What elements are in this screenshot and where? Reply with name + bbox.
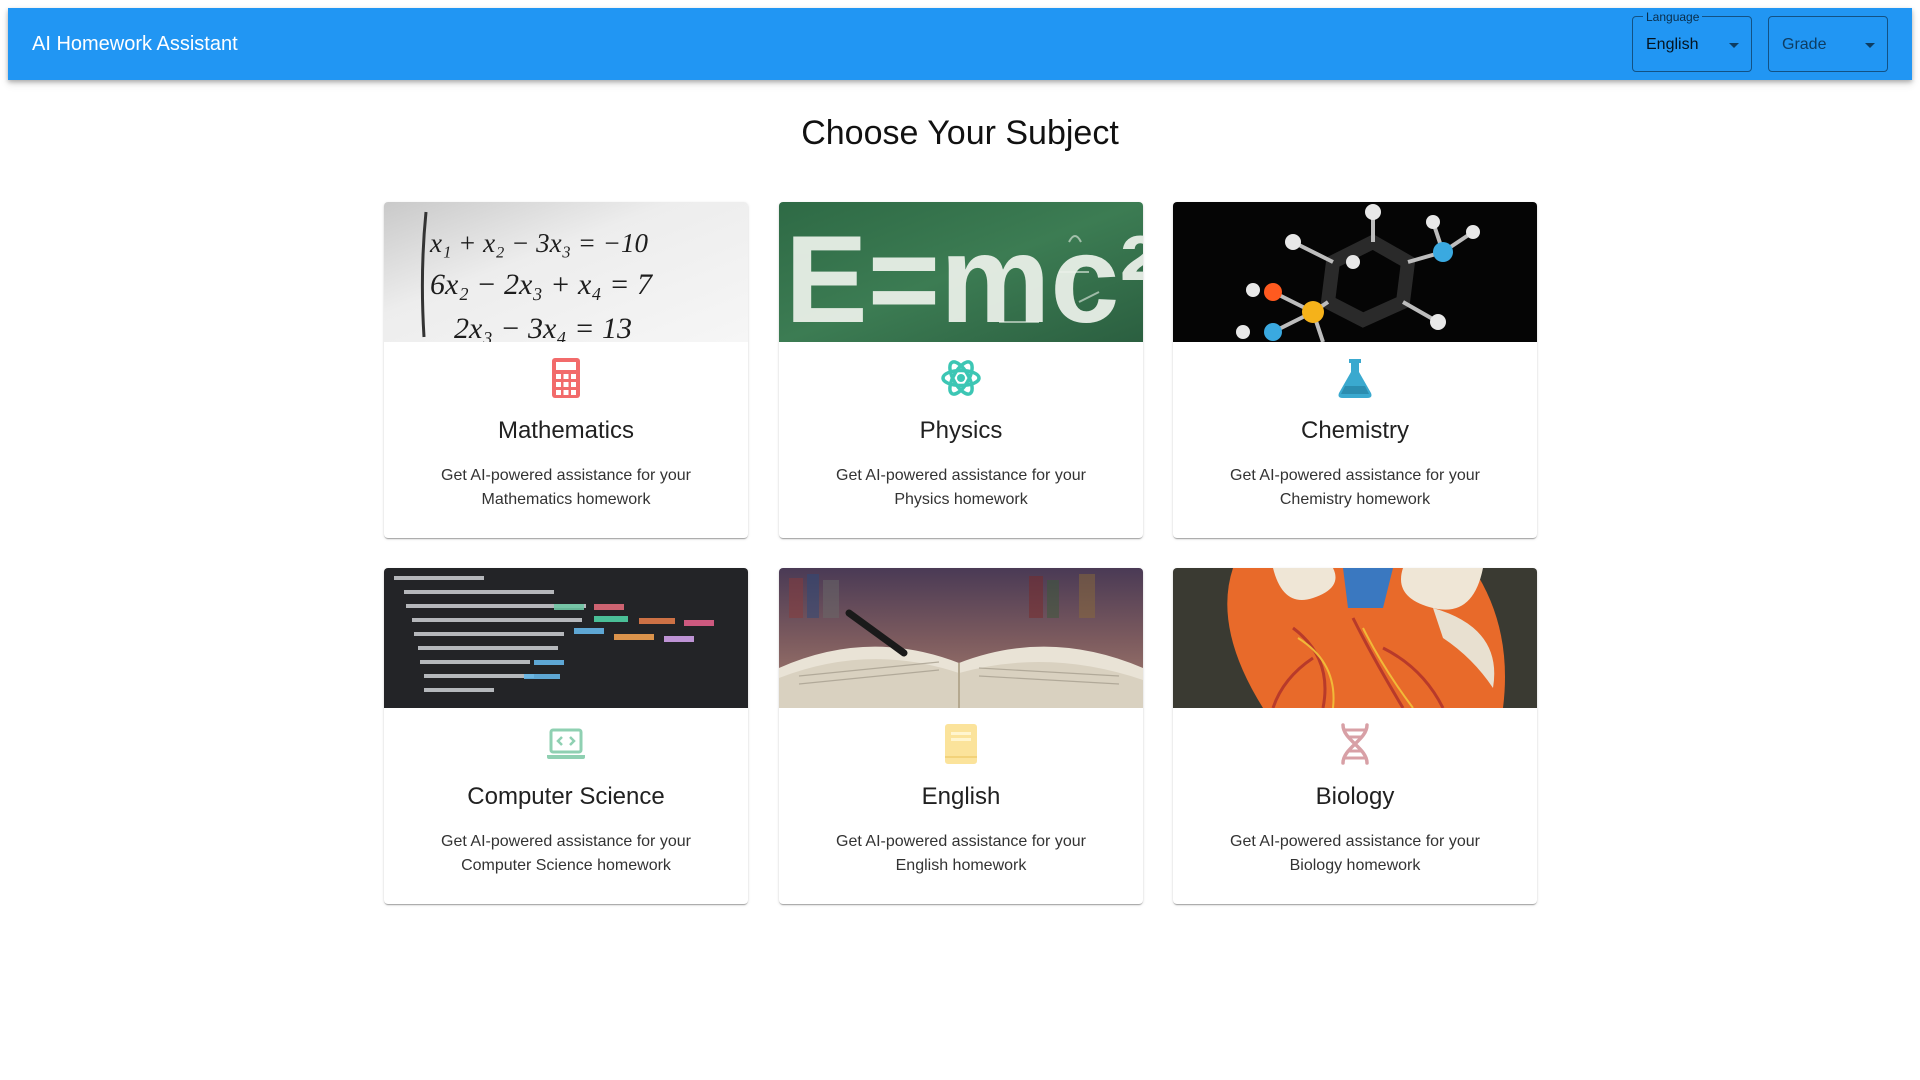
language-select-value: English xyxy=(1646,36,1699,53)
app-bar: AI Homework Assistant Language English G… xyxy=(8,8,1912,80)
subject-title: Mathematics xyxy=(497,417,635,444)
subject-title: Chemistry xyxy=(1300,417,1409,444)
grade-select[interactable]: Grade xyxy=(1768,16,1888,72)
subject-description: Get AI-powered assistance for your Physi… xyxy=(836,467,1086,508)
biology-image xyxy=(1173,568,1537,708)
subject-card-computer-science[interactable]: Computer Science Get AI-powered assistan… xyxy=(384,568,748,904)
subject-card-english[interactable]: English Get AI-powered assistance for yo… xyxy=(779,568,1143,904)
subject-description: Get AI-powered assistance for your Compu… xyxy=(441,833,691,874)
chevron-down-icon xyxy=(1865,43,1875,48)
chevron-down-icon xyxy=(1729,43,1739,48)
subject-card-physics[interactable]: E=mc² Physics Get AI-powered assistance … xyxy=(779,202,1143,538)
laptop-code-icon xyxy=(547,728,585,759)
computer-science-image xyxy=(384,568,748,708)
subject-description: Get AI-powered assistance for your Engli… xyxy=(836,833,1086,874)
subject-title: Physics xyxy=(919,417,1003,444)
language-select[interactable]: Language English xyxy=(1632,10,1752,72)
subject-title: English xyxy=(921,783,1001,810)
subject-title: Computer Science xyxy=(467,783,665,810)
subject-description: Get AI-powered assistance for your Chemi… xyxy=(1230,467,1480,508)
atom-icon xyxy=(941,360,981,396)
subject-description: Get AI-powered assistance for your Mathe… xyxy=(441,467,691,508)
chemistry-image xyxy=(1173,202,1537,342)
subject-description: Get AI-powered assistance for your Biolo… xyxy=(1230,833,1480,874)
subject-title: Biology xyxy=(1315,783,1395,810)
subject-card-biology[interactable]: Biology Get AI-powered assistance for yo… xyxy=(1173,568,1537,904)
math-equation-3: 2x₃ − 3x₄ = 13 xyxy=(454,312,632,342)
language-select-label: Language xyxy=(1643,10,1703,24)
page-title: Choose Your Subject xyxy=(801,114,1119,152)
calculator-icon xyxy=(552,358,580,398)
mathematics-image: x₁ + x₂ − 3x₃ = −10 6x₂ − 2x₃ + x₄ = 7 2… xyxy=(384,202,748,342)
subject-card-mathematics[interactable]: x₁ + x₂ − 3x₃ = −10 6x₂ − 2x₃ + x₄ = 7 2… xyxy=(384,202,748,538)
physics-image: E=mc² xyxy=(779,202,1143,342)
app-title: AI Homework Assistant xyxy=(32,33,238,55)
flask-icon xyxy=(1338,359,1372,398)
grade-select-placeholder: Grade xyxy=(1782,36,1827,53)
physics-formula: E=mc² xyxy=(785,211,1143,342)
math-equation-2: 6x₂ − 2x₃ + x₄ = 7 xyxy=(430,268,654,301)
english-image xyxy=(779,568,1143,708)
math-equation-1: x₁ + x₂ − 3x₃ = −10 xyxy=(429,228,648,258)
book-icon xyxy=(945,724,977,764)
subject-card-chemistry[interactable]: Chemistry Get AI-powered assistance for … xyxy=(1173,202,1537,538)
dna-icon xyxy=(1341,723,1369,765)
